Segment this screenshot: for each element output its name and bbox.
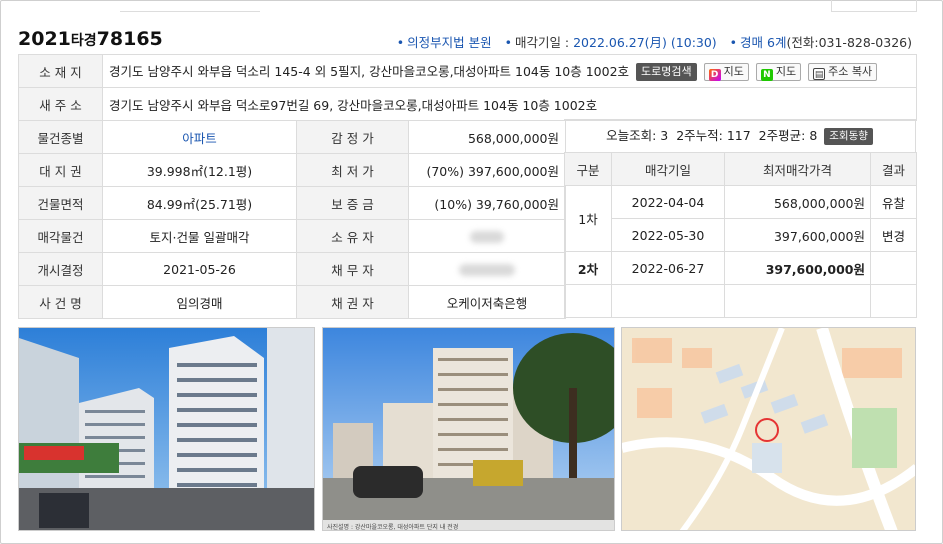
photo-location-map[interactable] [621,327,916,531]
appraisal-label: 감 정 가 [296,120,409,154]
history-row-result: 유찰 [870,185,917,219]
case-number: 2021타경78165 [18,28,163,50]
auction-history-table: 구분 매각기일 최저매각가격 결과 1차 2022-04-04 568,000,… [564,152,917,318]
start-decision-label: 개시결정 [18,252,103,286]
property-photos: 사진설명 : 강산마을코오롱, 대성아파트 단지 내 전경 [18,327,916,531]
building-area-label: 건물면적 [18,186,103,220]
dept-phone: (전화:031-828-0326) [786,35,912,50]
history-row-result [870,251,917,285]
property-type-label: 물건종별 [18,120,103,154]
history-row-round: 2차 [564,251,612,285]
history-header-date: 매각기일 [611,152,725,186]
case-name-value: 임의경매 [102,285,297,319]
history-row-round: 1차 [564,185,612,252]
history-empty [611,284,725,318]
case-name-label: 사 건 명 [18,285,103,319]
history-row-result: 변경 [870,218,917,252]
views-two-week: 117 [726,128,751,143]
kakao-map-button[interactable]: D 지도 [703,63,749,82]
location-cell: 경기도 남양주시 와부읍 덕소리 145-4 외 5필지, 강산마을코오롱,대성… [101,54,918,88]
creditor-value: 오케이저축은행 [408,285,566,319]
view-trend-button[interactable]: 조회동향 [824,128,873,145]
history-row-date: 2022-06-27 [611,251,725,285]
new-address: 경기도 남양주시 와부읍 덕소로97번길 69, 강산마을코오롱,대성아파트 1… [101,87,918,121]
history-header-result: 결과 [870,152,917,186]
land-right-value: 39.998㎡(12.1평) [102,153,297,187]
debtor-value-blurred [408,252,566,286]
location-address: 경기도 남양주시 와부읍 덕소리 145-4 외 5필지, 강산마을코오롱,대성… [109,63,630,79]
history-header-price: 최저매각가격 [724,152,871,186]
building-photo-image [19,328,314,530]
history-row-date: 2022-05-30 [611,218,725,252]
history-row-date: 2022-04-04 [611,185,725,219]
history-empty [564,284,612,318]
views-today: 3 [660,128,669,143]
property-type-value[interactable]: 아파트 [102,120,297,154]
naver-map-icon: N [760,69,773,82]
auction-dept[interactable]: 경매 6계 [740,35,786,50]
deposit-label: 보 증 금 [296,186,409,220]
case-meta: • 의정부지법 본원 • 매각기일 : 2022.06.27(月) (10:30) … [396,35,912,50]
min-price-label: 최 저 가 [296,153,409,187]
copy-icon: ▤ [813,68,826,81]
photo-complex-view[interactable]: 사진설명 : 강산마을코오롱, 대성아파트 단지 내 전경 [322,327,615,531]
sale-date: 2022.06.27(月) (10:30) [573,35,717,50]
case-header: 2021타경78165 • 의정부지법 본원 • 매각기일 : 2022.06.27… [18,28,916,54]
photo-caption: 사진설명 : 강산마을코오롱, 대성아파트 단지 내 전경 [327,523,458,531]
deposit-value: (10%) 39,760,000원 [408,186,566,220]
history-row-price: 397,600,000원 [724,218,871,252]
copy-address-button[interactable]: ▤ 주소 복사 [808,63,878,82]
location-label: 소 재 지 [18,54,103,88]
view-stats: 오늘조회: 3 2주누적: 117 2주평균: 8 조회동향 [564,119,916,152]
debtor-label: 채 무 자 [296,252,409,286]
naver-map-button[interactable]: N 지도 [755,63,802,82]
new-address-label: 새 주 소 [18,87,103,121]
history-row-price: 397,600,000원 [724,251,871,285]
views-average: 8 [809,128,818,143]
auction-history-block: 오늘조회: 3 2주누적: 117 2주평균: 8 조회동향 구분 매각기일 최… [564,119,917,318]
owner-label: 소 유 자 [296,219,409,253]
sale-object-label: 매각물건 [18,219,103,253]
appraisal-value: 568,000,000원 [408,120,566,154]
sale-object-value: 토지·건물 일괄매각 [102,219,297,253]
photo-building-exterior[interactable] [18,327,315,531]
min-price-value: (70%) 397,600,000원 [408,153,566,187]
history-empty [870,284,917,318]
location-map-image [622,328,915,530]
history-header-round: 구분 [564,152,612,186]
building-area-value: 84.99㎡(25.71평) [102,186,297,220]
court-name[interactable]: 의정부지법 본원 [407,35,491,50]
history-empty [724,284,871,318]
land-right-label: 대 지 권 [18,153,103,187]
complex-photo-image: 사진설명 : 강산마을코오롱, 대성아파트 단지 내 전경 [323,328,614,531]
owner-value-blurred [408,219,566,253]
road-search-button[interactable]: 도로명검색 [636,63,697,82]
creditor-label: 채 권 자 [296,285,409,319]
start-decision-value: 2021-05-26 [102,252,297,286]
kakao-map-icon: D [708,69,721,82]
top-tab-strip [0,0,943,14]
history-row-price: 568,000,000원 [724,185,871,219]
